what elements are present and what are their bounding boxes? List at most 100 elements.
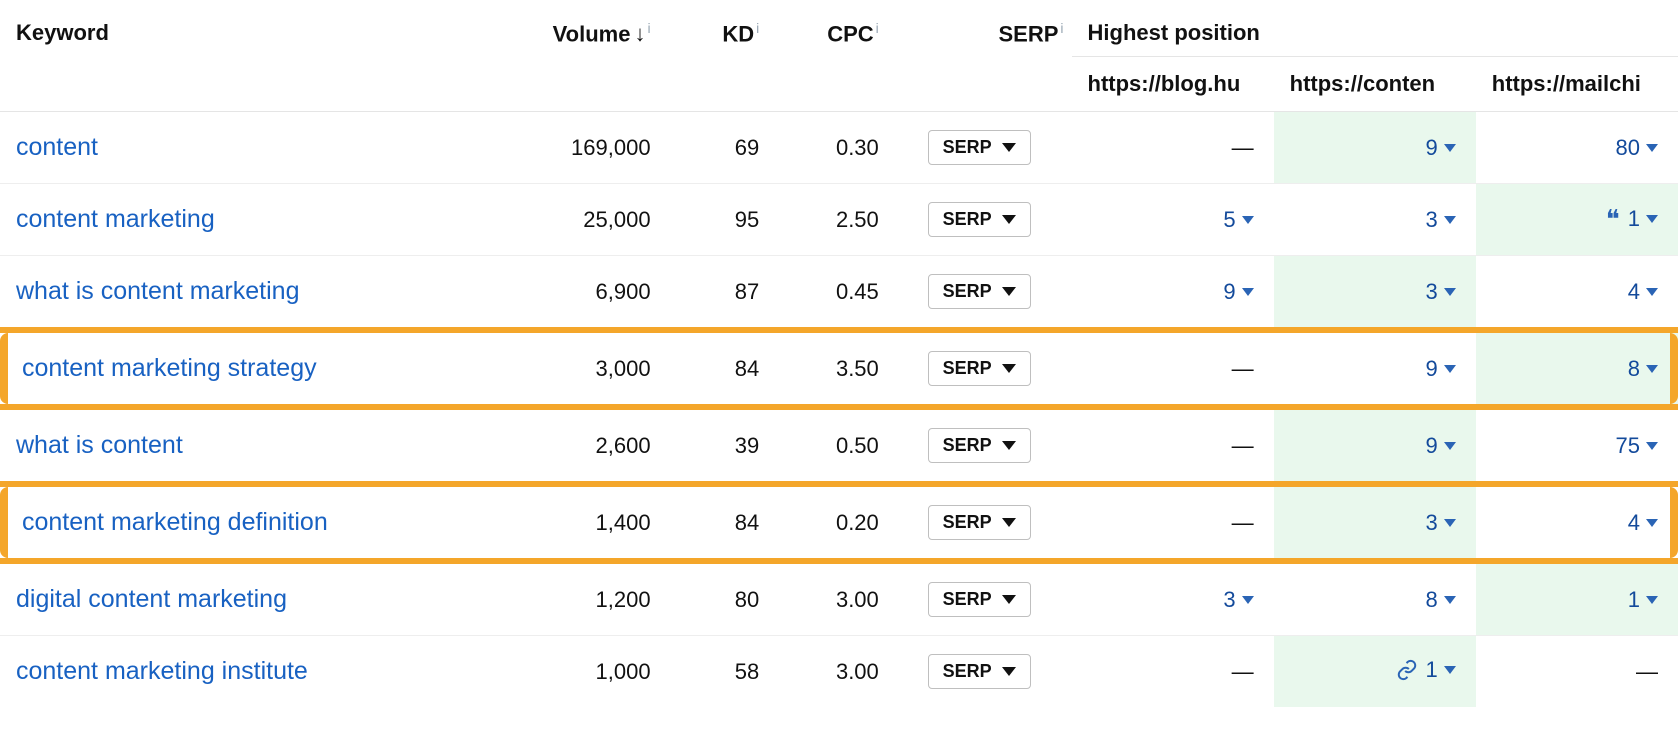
chevron-down-icon (1242, 596, 1254, 604)
position-number: 4 (1628, 510, 1640, 536)
position-value[interactable]: 1 (1628, 587, 1658, 613)
serp-button-label: SERP (943, 435, 992, 456)
info-icon[interactable]: i (647, 20, 650, 36)
sort-desc-icon: ↓ (634, 21, 645, 46)
position-value[interactable]: 9 (1426, 356, 1456, 382)
serp-dropdown-button[interactable]: SERP (928, 274, 1031, 309)
serp-dropdown-button[interactable]: SERP (928, 654, 1031, 689)
cell-kd: 95 (659, 184, 768, 256)
position-value[interactable]: 80 (1616, 135, 1658, 161)
position-value[interactable]: 3 (1426, 279, 1456, 305)
position-number: 3 (1223, 587, 1235, 613)
keyword-link[interactable]: content marketing institute (16, 657, 308, 685)
info-icon[interactable]: i (876, 20, 879, 36)
table-row: content169,000690.30SERP—980 (0, 112, 1678, 184)
info-icon[interactable]: i (1060, 20, 1063, 36)
serp-button-label: SERP (943, 358, 992, 379)
col-volume[interactable]: Volume↓i (496, 0, 659, 112)
cell-keyword: content marketing (0, 184, 496, 256)
col-site-0[interactable]: https://blog.hu (1072, 57, 1274, 112)
cell-volume: 6,900 (496, 256, 659, 331)
table-row: content marketing definition1,400840.20S… (0, 484, 1678, 561)
col-site-1[interactable]: https://conten (1274, 57, 1476, 112)
serp-dropdown-button[interactable]: SERP (928, 428, 1031, 463)
position-number: 9 (1426, 433, 1438, 459)
serp-button-label: SERP (943, 589, 992, 610)
chevron-down-icon (1444, 216, 1456, 224)
col-kd[interactable]: KDi (659, 0, 768, 112)
position-value[interactable]: 3 (1426, 510, 1456, 536)
col-keyword[interactable]: Keyword (0, 0, 496, 112)
serp-dropdown-button[interactable]: SERP (928, 202, 1031, 237)
position-value[interactable]: 1 (1396, 657, 1456, 683)
serp-button-label: SERP (943, 137, 992, 158)
position-value[interactable]: 4 (1628, 510, 1658, 536)
cell-position: 3 (1274, 256, 1476, 331)
chevron-down-icon (1002, 595, 1016, 604)
position-value[interactable]: 75 (1616, 433, 1658, 459)
keyword-link[interactable]: content (16, 133, 98, 161)
col-site-2[interactable]: https://mailchi (1476, 57, 1678, 112)
cell-serp: SERP (887, 484, 1072, 561)
cell-position: 1 (1476, 561, 1678, 636)
cell-kd: 84 (659, 330, 768, 407)
cell-kd: 69 (659, 112, 768, 184)
position-value[interactable]: ❝1 (1606, 206, 1658, 232)
position-number: 1 (1628, 206, 1640, 232)
col-cpc[interactable]: CPCi (767, 0, 887, 112)
keyword-link[interactable]: what is content (16, 431, 183, 459)
cell-serp: SERP (887, 561, 1072, 636)
cell-volume: 1,400 (496, 484, 659, 561)
cell-keyword: content marketing institute (0, 636, 496, 708)
cell-position: 5 (1072, 184, 1274, 256)
position-value[interactable]: 3 (1223, 587, 1253, 613)
position-number: 3 (1426, 510, 1438, 536)
position-empty: — (1232, 433, 1254, 458)
chevron-down-icon (1646, 596, 1658, 604)
serp-dropdown-button[interactable]: SERP (928, 130, 1031, 165)
chevron-down-icon (1646, 442, 1658, 450)
chevron-down-icon (1444, 596, 1456, 604)
serp-dropdown-button[interactable]: SERP (928, 505, 1031, 540)
cell-serp: SERP (887, 407, 1072, 484)
position-value[interactable]: 9 (1223, 279, 1253, 305)
position-number: 9 (1426, 135, 1438, 161)
cell-serp: SERP (887, 184, 1072, 256)
keyword-link[interactable]: what is content marketing (16, 277, 299, 305)
position-value[interactable]: 9 (1426, 135, 1456, 161)
position-number: 3 (1426, 279, 1438, 305)
serp-dropdown-button[interactable]: SERP (928, 351, 1031, 386)
cell-position: 3 (1274, 184, 1476, 256)
position-value[interactable]: 8 (1628, 356, 1658, 382)
cell-position: 80 (1476, 112, 1678, 184)
position-value[interactable]: 4 (1628, 279, 1658, 305)
serp-dropdown-button[interactable]: SERP (928, 582, 1031, 617)
chevron-down-icon (1002, 143, 1016, 152)
position-value[interactable]: 3 (1426, 207, 1456, 233)
keyword-link[interactable]: digital content marketing (16, 585, 287, 613)
keyword-link[interactable]: content marketing (16, 205, 215, 233)
position-number: 1 (1426, 657, 1438, 683)
cell-position: 9 (1072, 256, 1274, 331)
col-serp[interactable]: SERPi (887, 0, 1072, 112)
position-value[interactable]: 9 (1426, 433, 1456, 459)
chevron-down-icon (1444, 144, 1456, 152)
position-number: 9 (1223, 279, 1235, 305)
cell-keyword: what is content marketing (0, 256, 496, 331)
keyword-link[interactable]: content marketing strategy (22, 354, 317, 382)
cell-position: — (1072, 636, 1274, 708)
cell-keyword: digital content marketing (0, 561, 496, 636)
cell-keyword: content marketing definition (0, 484, 496, 561)
cell-kd: 39 (659, 407, 768, 484)
position-value[interactable]: 8 (1426, 587, 1456, 613)
position-number: 75 (1616, 433, 1640, 459)
position-value[interactable]: 5 (1223, 207, 1253, 233)
cell-position: 3 (1274, 484, 1476, 561)
keyword-link[interactable]: content marketing definition (22, 508, 328, 536)
table-row: content marketing institute1,000583.00SE… (0, 636, 1678, 708)
info-icon[interactable]: i (756, 20, 759, 36)
cell-position: — (1072, 112, 1274, 184)
cell-volume: 1,000 (496, 636, 659, 708)
serp-button-label: SERP (943, 661, 992, 682)
position-empty: — (1636, 659, 1658, 684)
